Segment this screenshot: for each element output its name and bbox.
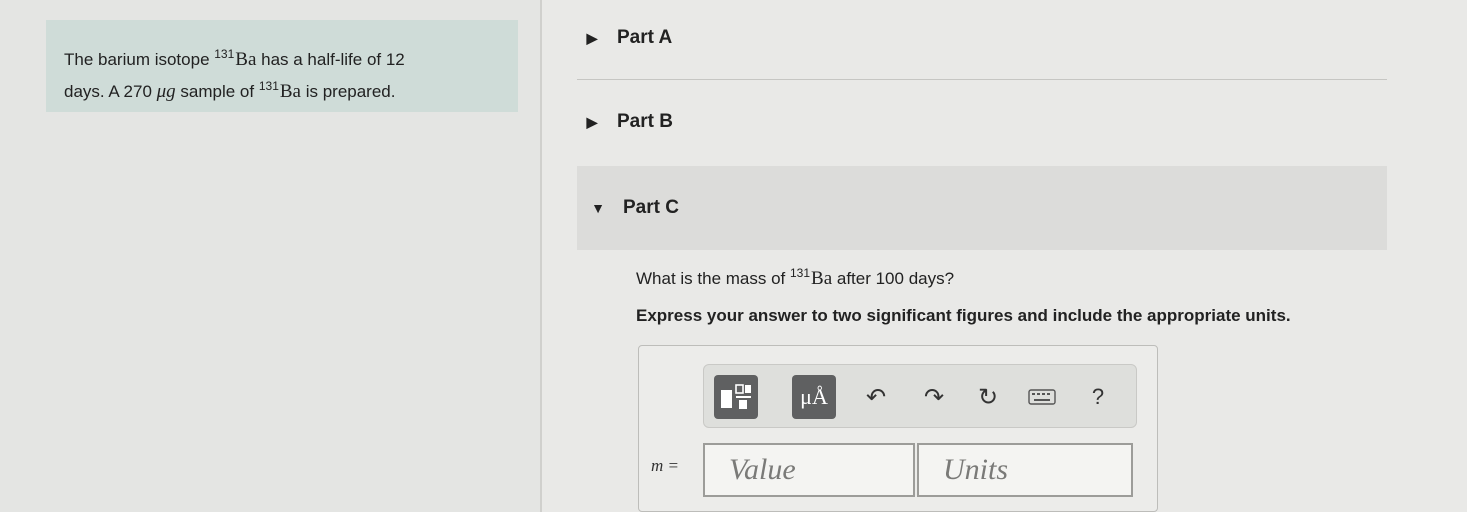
isotope-mass: 131 xyxy=(790,266,811,280)
help-icon[interactable]: ? xyxy=(1082,380,1114,414)
problem-pane: The barium isotope 131Ba has a half-life… xyxy=(0,0,540,512)
intro-text: sample of xyxy=(175,82,259,101)
variable-label: m = xyxy=(651,456,679,475)
units-icon: μÅ xyxy=(800,384,828,409)
isotope-mass: 131 xyxy=(214,47,235,61)
question-text-part: after 100 days? xyxy=(832,269,955,288)
question-text: What is the mass of 131Ba after 100 days… xyxy=(636,266,954,290)
part-c-header[interactable]: ▼ Part C xyxy=(577,166,1387,250)
intro-line-1: The barium isotope 131Ba has a half-life… xyxy=(64,41,500,73)
templates-button[interactable] xyxy=(714,375,758,419)
element-symbol: Ba xyxy=(811,268,833,289)
part-a-header[interactable]: ▶ Part A xyxy=(577,8,1387,68)
unit-microgram: μg xyxy=(156,81,176,102)
units-button[interactable]: μÅ xyxy=(792,375,836,419)
intro-text: has a half-life of 12 xyxy=(256,50,405,69)
element-symbol: Ba xyxy=(279,81,301,102)
intro-text: The barium isotope xyxy=(64,50,215,69)
caret-right-icon: ▶ xyxy=(586,113,598,130)
caret-down-icon: ▼ xyxy=(591,200,605,216)
reset-icon[interactable]: ↻ xyxy=(972,380,1004,414)
intro-text: days. A 270 xyxy=(64,82,157,101)
isotope-mass: 131 xyxy=(258,79,279,93)
answer-box: μÅ ↶ ↷ ↻ ? m = Value Units xyxy=(638,345,1158,512)
part-label: Part C xyxy=(623,197,679,218)
math-toolbar: μÅ ↶ ↷ ↻ ? xyxy=(703,364,1137,428)
keyboard-icon[interactable] xyxy=(1026,380,1058,414)
part-b-header[interactable]: ▶ Part B xyxy=(577,92,1387,152)
parts-pane: ▶ Part A ▶ Part B ▼ Part C What is the m… xyxy=(542,0,1467,512)
element-symbol: Ba xyxy=(235,49,257,70)
intro-text: is prepared. xyxy=(300,82,396,101)
undo-icon[interactable]: ↶ xyxy=(860,380,892,414)
problem-intro: The barium isotope 131Ba has a half-life… xyxy=(46,20,518,112)
answer-instruction: Express your answer to two significant f… xyxy=(636,306,1291,325)
part-label: Part B xyxy=(617,111,673,132)
intro-line-2: days. A 270 μg sample of 131Ba is prepar… xyxy=(64,73,500,105)
keyboard-glyph xyxy=(1028,389,1056,405)
units-input[interactable]: Units xyxy=(917,443,1133,497)
question-text-part: What is the mass of xyxy=(636,269,790,288)
value-input[interactable]: Value xyxy=(703,443,915,497)
part-label: Part A xyxy=(617,27,673,48)
templates-icon xyxy=(721,384,751,409)
redo-icon[interactable]: ↷ xyxy=(918,380,950,414)
caret-right-icon: ▶ xyxy=(586,29,598,46)
divider xyxy=(577,79,1387,80)
